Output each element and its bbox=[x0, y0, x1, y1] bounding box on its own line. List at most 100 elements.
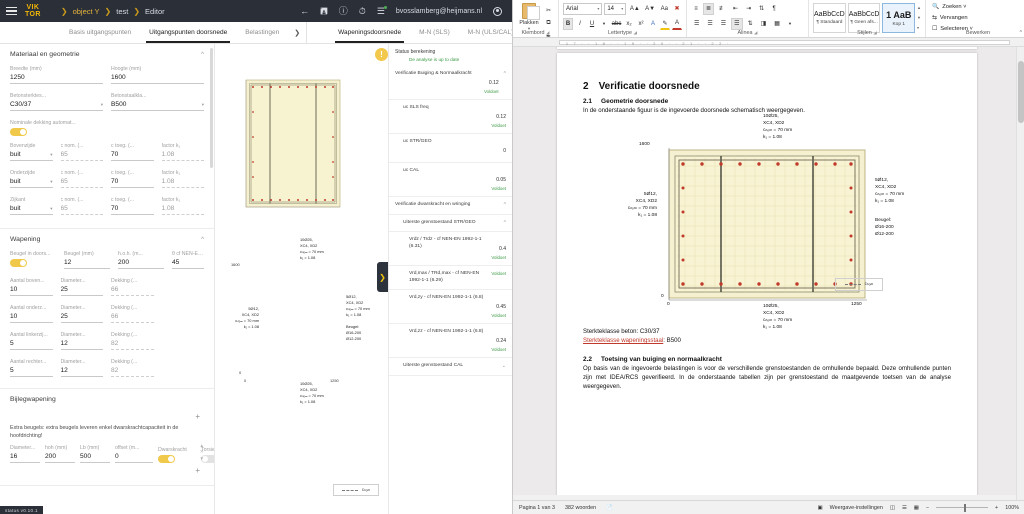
page-indicator[interactable]: Pagina 1 van 3 bbox=[519, 505, 555, 511]
input-aantal-onder[interactable]: 10 bbox=[10, 313, 53, 323]
justify-icon[interactable]: ☰ bbox=[731, 17, 743, 30]
collapse-results-panel-button[interactable]: ❯ bbox=[377, 262, 388, 292]
zoom-slider-knob[interactable] bbox=[964, 503, 967, 512]
input-dekking-onder[interactable]: 66 bbox=[111, 313, 154, 323]
dialog-launcher-icon[interactable]: ◢ bbox=[873, 30, 877, 35]
input-diameter-links[interactable]: 12 bbox=[60, 340, 103, 350]
align-left-icon[interactable]: ☰ bbox=[691, 18, 702, 30]
line-spacing-icon[interactable]: ⇅ bbox=[745, 18, 756, 30]
field-factork-bovenzijde[interactable]: factor k₁ 1.08 bbox=[161, 143, 204, 161]
chevron-up-icon[interactable]: ▲ bbox=[200, 443, 204, 448]
zoom-in-button[interactable]: + bbox=[995, 505, 998, 511]
result-row[interactable]: uc SLS freq 0.12 Voldoet bbox=[389, 100, 512, 134]
read-mode-icon[interactable]: ◫ bbox=[890, 505, 895, 511]
select-zijde-zijkant[interactable]: buit bbox=[10, 205, 53, 215]
input-ctoeg-zijkant[interactable]: 70 bbox=[111, 205, 154, 215]
field-beugel-toggle[interactable]: Beugel in doors... bbox=[10, 251, 56, 269]
form-scrollbar-thumb[interactable] bbox=[210, 48, 213, 168]
field-hoogte[interactable]: Hoogte (mm) 1600 bbox=[111, 66, 204, 84]
breadcrumb-item-test[interactable]: test bbox=[116, 7, 128, 16]
web-layout-icon[interactable]: ▦ bbox=[914, 505, 919, 511]
style-kop-1[interactable]: 1 AaB Kop 1 bbox=[882, 3, 916, 33]
increase-indent-icon[interactable]: ⇥ bbox=[743, 3, 754, 15]
word-count[interactable]: 382 woorden bbox=[565, 505, 596, 511]
superscript-button[interactable]: x² bbox=[636, 18, 646, 30]
input-hoh[interactable]: 200 bbox=[118, 259, 164, 269]
list-icon[interactable]: ☰ bbox=[377, 5, 388, 16]
numbered-list-icon[interactable]: ≣ bbox=[703, 2, 715, 15]
result-group-header[interactable]: Uiterste grenstoestand CAL ⌄ bbox=[389, 358, 512, 377]
document-page[interactable]: 2 Verificatie doorsnede 2.1 Geometrie do… bbox=[557, 53, 977, 495]
toggle-nominale-dekking[interactable] bbox=[10, 128, 27, 136]
result-row[interactable]: uc CAL 0.05 Voldoet bbox=[389, 163, 512, 197]
cross-section-svg[interactable] bbox=[215, 44, 388, 514]
show-marks-icon[interactable]: ¶ bbox=[769, 3, 779, 15]
font-name-combo[interactable]: Arial bbox=[563, 2, 603, 15]
zoom-slider[interactable] bbox=[936, 503, 989, 512]
result-row[interactable]: Vrdz / Trdz - cf NEN-EN 1992-1-1 (6.31) … bbox=[389, 232, 512, 267]
section-header-wapening[interactable]: Wapening ^ bbox=[0, 229, 214, 249]
input-extra-diameter[interactable]: 16 bbox=[10, 453, 40, 464]
tab-mn-sls[interactable]: M-N (SLS) bbox=[410, 22, 459, 43]
select-zijde-onderzijde[interactable]: buit bbox=[10, 178, 53, 188]
styles-scroll-up-icon[interactable]: ▲ bbox=[917, 5, 921, 10]
field-cnom-bovenzijde[interactable]: c nom. (... 65 bbox=[60, 143, 103, 161]
field-betonstaalklasse[interactable]: Betonstaalkla... B500 bbox=[111, 93, 204, 111]
field-extra-dwarskracht[interactable]: Dwarskracht bbox=[158, 447, 196, 464]
tabs-overflow-icon[interactable]: ❯ bbox=[288, 22, 306, 43]
multilevel-list-icon[interactable]: ≢ bbox=[716, 3, 728, 15]
sort-icon[interactable]: ⇅ bbox=[756, 3, 767, 15]
input-cnom-zijkant[interactable]: 65 bbox=[60, 205, 103, 215]
subscript-button[interactable]: x₂ bbox=[624, 18, 634, 30]
italic-button[interactable]: I bbox=[575, 18, 585, 30]
select-betonsterkteklasse[interactable]: C30/37 bbox=[10, 101, 103, 111]
style-standaard[interactable]: AaBbCcD ¶ Standaard bbox=[813, 3, 846, 33]
result-row[interactable]: uc STR/GEO 0 bbox=[389, 134, 512, 163]
section-header-materiaal[interactable]: Materiaal en geometrie ^ bbox=[0, 44, 214, 64]
input-aantal-boven[interactable]: 10 bbox=[10, 286, 53, 296]
remove-row-icon[interactable]: ✕ bbox=[200, 449, 204, 455]
breadcrumb-item-editor[interactable]: Editor bbox=[145, 7, 165, 16]
tab-wapeningsdoorsnede[interactable]: Wapeningsdoorsnede bbox=[329, 22, 410, 43]
input-factork-zijkant[interactable]: 1.08 bbox=[161, 205, 204, 215]
replace-button[interactable]: ⇆ Vervangen bbox=[932, 13, 1020, 23]
input-dekking-links[interactable]: 82 bbox=[111, 340, 154, 350]
input-hoogte[interactable]: 1600 bbox=[111, 74, 204, 84]
add-bijlegwapening-button[interactable]: + bbox=[10, 409, 204, 422]
field-extra-diameter[interactable]: Diameter... 16 bbox=[10, 445, 40, 464]
history-icon[interactable]: ⏱ bbox=[359, 6, 366, 16]
form-scrollbar[interactable] bbox=[210, 44, 214, 514]
field-theta-nen[interactable]: θ cf NEN-EN 1992-1-1 art 6... 45 bbox=[172, 251, 204, 269]
info-icon[interactable]: ⓘ bbox=[339, 6, 348, 16]
print-layout-icon[interactable]: ☰ bbox=[902, 505, 907, 511]
grow-font-icon[interactable]: A▲ bbox=[628, 3, 641, 15]
field-aantal-boven[interactable]: Aantal boven... 10 bbox=[10, 278, 53, 296]
field-zijde-onderzijde[interactable]: Onderzijde buit bbox=[10, 170, 53, 188]
font-size-combo[interactable]: 14 bbox=[604, 2, 627, 15]
save-icon[interactable]: 🖪 bbox=[320, 6, 328, 16]
input-diameter-boven[interactable]: 25 bbox=[60, 286, 103, 296]
input-extra-hoh[interactable]: 200 bbox=[45, 453, 75, 464]
input-dekking-boven[interactable]: 66 bbox=[111, 286, 154, 296]
field-cnom-zijkant[interactable]: c nom. (... 65 bbox=[60, 197, 103, 215]
chevron-down-icon[interactable]: ⌄ bbox=[500, 363, 506, 369]
borders-icon[interactable]: ▦ bbox=[771, 18, 783, 30]
chevron-up-icon[interactable]: ^ bbox=[201, 52, 204, 58]
bullet-list-icon[interactable]: ≡ bbox=[691, 3, 701, 15]
breadcrumb-item-object[interactable]: object Y bbox=[73, 7, 100, 16]
field-factork-zijkant[interactable]: factor k₁ 1.08 bbox=[161, 197, 204, 215]
copy-icon[interactable]: ⧉ bbox=[543, 17, 554, 29]
tab-mn-uls-cal[interactable]: M-N (ULS/CAL) bbox=[459, 22, 512, 43]
chevron-down-icon[interactable]: ▼ bbox=[785, 18, 795, 30]
select-betonstaalklasse[interactable]: B500 bbox=[111, 101, 204, 111]
input-diameter-onder[interactable]: 25 bbox=[60, 313, 103, 323]
input-ctoeg-onderzijde[interactable]: 70 bbox=[111, 178, 154, 188]
field-betonsterkteklasse[interactable]: Betonsterktes... C30/37 bbox=[10, 93, 103, 111]
tab-belastingen[interactable]: Belastingen bbox=[236, 22, 288, 43]
field-dekking-boven[interactable]: Dekking (... 66 bbox=[111, 278, 154, 296]
section-header-bijlegwapening[interactable]: Bijlegwapening bbox=[0, 389, 214, 409]
highlight-color-icon[interactable]: ✎ bbox=[660, 18, 670, 30]
viktor-logo[interactable]: VIK TOR bbox=[23, 4, 43, 19]
strikethrough-button[interactable]: abc bbox=[611, 18, 622, 30]
input-extra-offset[interactable]: 0 bbox=[115, 453, 153, 464]
